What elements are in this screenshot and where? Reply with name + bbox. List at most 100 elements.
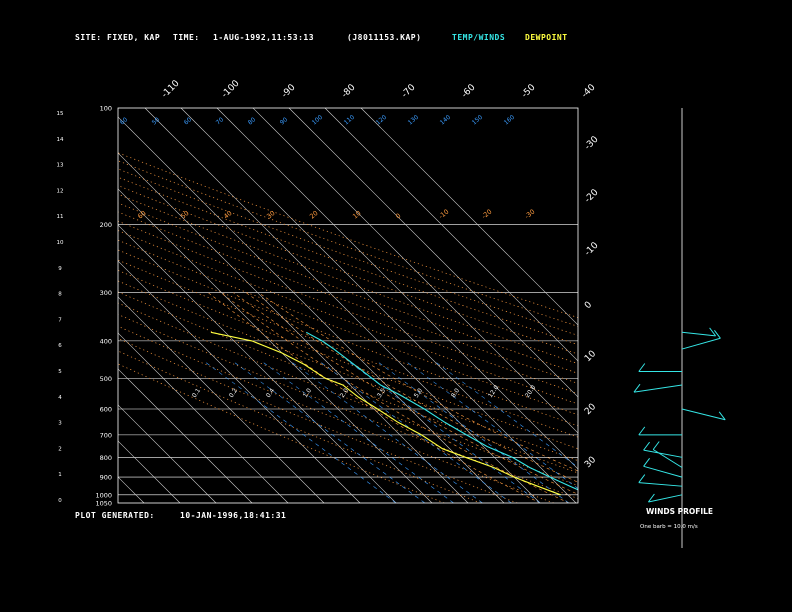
dry-adiabat <box>118 239 578 416</box>
isotherm-line <box>118 152 469 503</box>
height-tick-label: 5 <box>58 369 62 375</box>
height-tick-label: 2 <box>58 446 62 452</box>
upper-adiabat-label: 120 <box>375 114 388 127</box>
pressure-tick-label: 500 <box>100 375 112 383</box>
height-tick-label: 3 <box>58 421 62 427</box>
isotherm-line <box>360 108 578 326</box>
upper-adiabat-label: 130 <box>407 114 420 127</box>
pressure-tick-label: 200 <box>100 221 112 229</box>
height-tick-label: 6 <box>58 343 62 349</box>
right-temperature-label: -20 <box>583 187 601 205</box>
mixing-ratio-label: 8.0 <box>450 387 461 399</box>
wind-barb-shaft <box>643 449 683 458</box>
right-temperature-label: 10 <box>583 349 598 364</box>
dry-adiabat <box>118 202 578 374</box>
right-temperature-label: 30 <box>583 455 598 470</box>
adiabat-label: 50 <box>179 209 190 220</box>
upper-adiabat-label: 110 <box>343 114 356 127</box>
dry-adiabat <box>118 363 445 503</box>
mixing-ratio-label: 0.1 <box>191 387 202 399</box>
adiabat-label: -20 <box>480 208 493 221</box>
top-temperature-label: -90 <box>280 82 298 100</box>
mixing-ratio-line <box>203 360 397 503</box>
dry-adiabat <box>118 160 578 327</box>
top-temperature-label: -70 <box>400 82 418 100</box>
dry-adiabat <box>118 220 578 394</box>
wind-barb-shaft <box>643 465 683 478</box>
isotherm-line <box>0 108 108 503</box>
isotherm-line <box>118 296 325 503</box>
right-temperature-label: -30 <box>583 134 601 152</box>
mixing-ratio-line <box>433 360 578 468</box>
wind-barb-flag <box>638 363 646 372</box>
wind-barb-flag <box>643 441 650 451</box>
right-temperature-label: 20 <box>583 402 598 417</box>
height-tick-label: 14 <box>57 137 64 143</box>
upper-adiabat-label: 60 <box>183 116 193 126</box>
mixing-ratio-line <box>289 360 483 503</box>
isotherm-line <box>216 108 578 470</box>
dry-adiabat <box>118 302 578 486</box>
dry-adiabat <box>118 249 578 427</box>
dry-adiabat <box>118 338 518 503</box>
height-tick-label: 8 <box>58 292 62 298</box>
top-temperature-label: -100 <box>220 78 242 100</box>
adiabat-label: 40 <box>222 209 233 220</box>
mixing-ratio-label: 0.2 <box>228 387 239 399</box>
grid-layer <box>0 108 578 503</box>
winds-barb-note: One barb = 10.0 m/s <box>640 524 698 530</box>
pressure-tick-label: 100 <box>100 105 112 113</box>
isotherm-line <box>118 368 253 503</box>
dry-adiabat <box>118 230 578 405</box>
height-tick-label: 4 <box>58 395 62 401</box>
pressure-tick-label: 800 <box>100 454 112 462</box>
height-tick-label: 10 <box>57 240 64 246</box>
isotherm-line <box>118 188 433 503</box>
mixing-ratio-label: 0.4 <box>265 387 276 399</box>
top-temperature-label: -110 <box>160 78 182 100</box>
axis-layer: 1002003004005006007008009001000105015141… <box>57 78 601 507</box>
mixing-ratio-line <box>260 360 454 503</box>
wind-barb-flag <box>709 327 716 337</box>
adiabat-label: 0 <box>394 212 402 221</box>
isotherm-line <box>118 116 505 503</box>
wind-barb-shaft <box>681 337 721 350</box>
mixing-ratio-line <box>404 360 578 489</box>
wind-barb-flag <box>638 426 646 436</box>
isotherm-line <box>180 108 577 503</box>
height-tick-label: 9 <box>58 266 62 272</box>
height-tick-label: 11 <box>57 214 64 220</box>
isotherm-line <box>118 404 217 503</box>
upper-adiabat-label: 70 <box>215 116 225 126</box>
height-tick-label: 1 <box>58 472 62 478</box>
adiabat-label: 20 <box>308 209 319 220</box>
wind-barb-flag <box>652 441 660 450</box>
pressure-tick-label: 1050 <box>95 500 112 508</box>
top-temperature-label: -60 <box>460 82 478 100</box>
height-tick-label: 7 <box>58 317 62 323</box>
upper-adiabat-label: 160 <box>503 114 516 127</box>
upper-adiabat-label: 90 <box>279 116 289 126</box>
adiabat-label: 30 <box>265 209 276 220</box>
mixing-ratio-label: 1.0 <box>302 387 313 399</box>
height-tick-label: 0 <box>58 498 62 504</box>
height-tick-label: 13 <box>57 163 64 169</box>
pressure-tick-label: 1000 <box>95 491 112 499</box>
dry-adiabat <box>118 185 578 355</box>
wind-barb-shaft <box>652 449 683 468</box>
mixing-ratio-label: 12.0 <box>487 384 501 399</box>
wind-barb-shaft <box>638 482 683 487</box>
wind-barb-shaft <box>681 408 726 421</box>
upper-adiabat-label: 150 <box>471 114 484 127</box>
adiabat-label: -10 <box>437 208 450 221</box>
data-layer <box>210 331 578 496</box>
wind-profile <box>633 108 726 548</box>
isotherm-line <box>0 108 36 503</box>
mixing-ratio-label: 20.0 <box>524 384 538 399</box>
pressure-tick-label: 300 <box>100 289 112 297</box>
dry-adiabat <box>118 314 578 499</box>
isotherm-line <box>118 332 289 503</box>
height-tick-label: 12 <box>57 188 64 194</box>
skewt-diagram: 1002003004005006007008009001000105015141… <box>0 78 726 548</box>
dry-adiabat <box>118 269 578 450</box>
